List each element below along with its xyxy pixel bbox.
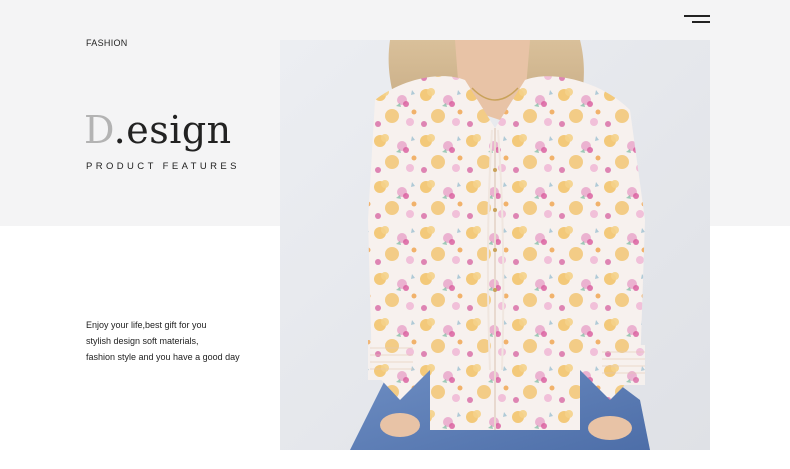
- product-photo: [280, 40, 710, 450]
- design-title-initial: D: [84, 108, 114, 152]
- design-title-rest: esign: [126, 108, 232, 152]
- product-features-subtitle: PRODUCT FEATURES: [86, 161, 240, 172]
- design-title: D.esign: [84, 108, 232, 152]
- description-line: fashion style and you have a good day: [86, 351, 240, 362]
- description-line: Enjoy your life,best gift for you: [86, 320, 207, 330]
- description-line: stylish design soft materials,: [86, 335, 199, 346]
- menu-line-top: [684, 15, 710, 17]
- design-title-dot: .: [113, 108, 127, 152]
- menu-line-bottom: [692, 21, 710, 23]
- description-text: Enjoy your life,best gift for you stylis…: [86, 318, 240, 365]
- fashion-label: FASHION: [86, 38, 128, 48]
- hamburger-menu-icon[interactable]: [682, 15, 710, 27]
